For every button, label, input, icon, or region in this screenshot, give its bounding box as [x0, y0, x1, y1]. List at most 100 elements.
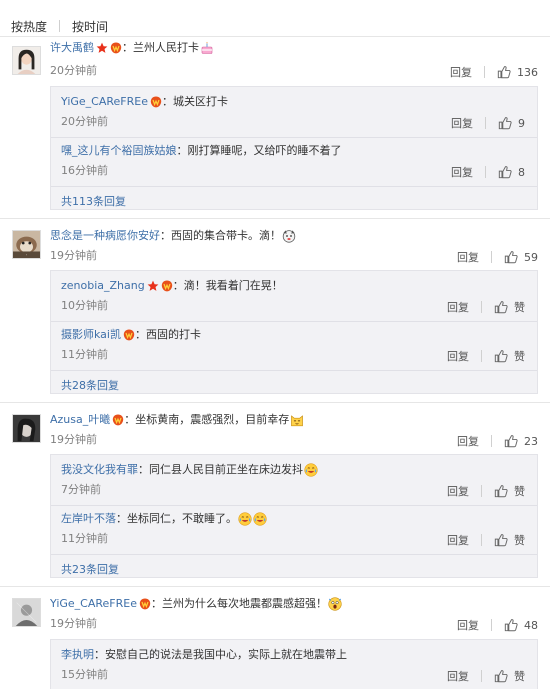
more-replies-link[interactable]: 共23条回复	[61, 561, 119, 577]
like-button[interactable]: 赞	[494, 483, 525, 499]
like-count: 59	[524, 250, 538, 264]
reply-item: 左岸叶不落 ：坐标同仁，不敢睡了。 11分钟前 回复 赞	[61, 508, 525, 552]
comment-actions: 回复 59	[457, 249, 538, 265]
reply-button[interactable]: 回复	[447, 532, 469, 548]
avatar[interactable]: ·	[12, 230, 41, 259]
timestamp: 16分钟前	[61, 164, 108, 177]
like-button[interactable]: 136	[497, 65, 538, 79]
reply-button[interactable]: 回复	[447, 483, 469, 499]
comment-content: ：西固的集合带卡。滴！	[160, 229, 281, 242]
reply-content: ：同仁县人民目前正坐在床边发抖	[138, 463, 303, 476]
username-link[interactable]: 摄影师kai凯	[61, 328, 121, 342]
reply-content: ：坐标同仁，不敢睡了。	[116, 512, 237, 525]
reply-item: 李执明 ：安慰自己的说法是我国中心，实际上就在地震带上 15分钟前 回复 赞	[61, 644, 525, 688]
username-link[interactable]: Azusa_叶曦	[50, 413, 110, 427]
like-label: 赞	[514, 534, 525, 547]
vip-badge-icon	[161, 280, 173, 292]
reply-button[interactable]: 回复	[457, 249, 479, 265]
reply-list: 我没文化我有罪 ：同仁县人民目前正坐在床边发抖 7分钟前 回复 赞 左岸叶不落 …	[50, 454, 538, 578]
vip-badge-icon	[112, 414, 124, 426]
like-button[interactable]: 赞	[494, 299, 525, 315]
reply-text: zenobia_Zhang ：滴！我看着门在晃！	[61, 279, 283, 293]
svg-text:·: ·	[26, 254, 27, 258]
comment-text: 许大禹鹤 ：兰州人民打卡	[50, 41, 214, 55]
username-link[interactable]: YiGe_CAReFREe	[50, 597, 137, 611]
separator	[491, 251, 492, 263]
reply-divider	[51, 321, 537, 322]
like-button[interactable]: 赞	[494, 348, 525, 364]
reply-button[interactable]: 回复	[447, 668, 469, 684]
separator	[481, 485, 482, 497]
reply-list: zenobia_Zhang ：滴！我看着门在晃！ 10分钟前 回复 赞 摄影师k…	[50, 270, 538, 394]
like-label: 赞	[514, 350, 525, 363]
timestamp: 10分钟前	[61, 299, 108, 312]
avatar[interactable]	[12, 414, 41, 443]
husky-icon	[282, 229, 296, 243]
username-link[interactable]: 嘿_这儿有个裕固族姑娘	[61, 144, 177, 158]
reply-item: 摄影师kai凯 ：西固的打卡 11分钟前 回复 赞	[61, 324, 525, 368]
like-button[interactable]: 赞	[494, 668, 525, 684]
thumbs-up-icon	[504, 434, 518, 448]
reply-item: 嘿_这儿有个裕固族姑娘 ：刚打算睡呢，又给吓的睡不着了 16分钟前 回复 8	[61, 140, 525, 184]
username-link[interactable]: 思念是一种病愿你安好	[50, 229, 160, 243]
reply-button[interactable]: 回复	[450, 64, 472, 80]
separator	[481, 350, 482, 362]
timestamp: 15分钟前	[61, 668, 108, 681]
reply-button[interactable]: 回复	[447, 299, 469, 315]
reply-text: YiGe_CAReFREe ：城关区打卡	[61, 95, 228, 109]
separator	[485, 166, 486, 178]
comment-item: 许大禹鹤 ：兰州人民打卡 20分钟前 回复 136 YiGe_CAReFREe …	[0, 40, 550, 216]
like-button[interactable]: 23	[504, 434, 538, 448]
laughing-tears-icon	[304, 463, 318, 477]
like-count: 48	[524, 618, 538, 632]
username-link[interactable]: 左岸叶不落	[61, 512, 116, 526]
avatar[interactable]	[12, 46, 41, 75]
like-count: 8	[518, 165, 525, 179]
username-link[interactable]: zenobia_Zhang	[61, 279, 145, 293]
tab-by-hot[interactable]: 按热度	[11, 18, 47, 35]
timestamp: 19分钟前	[50, 433, 97, 446]
reply-content: ：滴！我看着门在晃！	[172, 279, 283, 292]
comment-actions: 回复 48	[457, 617, 538, 633]
reply-button[interactable]: 回复	[451, 164, 473, 180]
separator	[491, 619, 492, 631]
comment-item: Azusa_叶曦 ：坐标黄南，震感强烈，目前幸存 19分钟前 回复 23 我没文…	[0, 412, 550, 588]
more-replies-link[interactable]: 共113条回复	[61, 193, 126, 209]
reply-divider	[51, 137, 537, 138]
like-button[interactable]: 48	[504, 618, 538, 632]
username-link[interactable]: 李执明	[61, 648, 94, 662]
reply-item: 我没文化我有罪 ：同仁县人民目前正坐在床边发抖 7分钟前 回复 赞	[61, 459, 525, 503]
vip-badge-icon	[150, 96, 162, 108]
like-button[interactable]: 赞	[494, 532, 525, 548]
reply-actions: 回复 赞	[447, 668, 525, 684]
username-link[interactable]: 许大禹鹤	[50, 41, 94, 55]
more-replies-link[interactable]: 共28条回复	[61, 377, 119, 393]
comment-content: ：兰州人民打卡	[122, 41, 199, 54]
reply-button[interactable]: 回复	[451, 115, 473, 131]
username-link[interactable]: 我没文化我有罪	[61, 463, 138, 477]
reply-content: ：刚打算睡呢，又给吓的睡不着了	[176, 144, 342, 157]
avatar[interactable]	[12, 598, 41, 627]
comment-text: YiGe_CAReFREe ：兰州为什么每次地震都震感超强！	[50, 597, 342, 611]
separator	[485, 117, 486, 129]
separator	[484, 66, 485, 78]
reply-actions: 回复 赞	[447, 483, 525, 499]
reply-text: 摄影师kai凯 ：西固的打卡	[61, 328, 201, 342]
reply-content: ：城关区打卡	[162, 95, 228, 108]
timestamp: 20分钟前	[61, 115, 108, 128]
like-button[interactable]: 59	[504, 250, 538, 264]
comment-actions: 回复 23	[457, 433, 538, 449]
reply-divider	[51, 186, 537, 187]
timestamp: 19分钟前	[50, 249, 97, 262]
reply-button[interactable]: 回复	[447, 348, 469, 364]
like-button[interactable]: 8	[498, 165, 525, 179]
like-button[interactable]: 9	[498, 116, 525, 130]
username-link[interactable]: YiGe_CAReFREe	[61, 95, 148, 109]
thumbs-up-icon	[498, 116, 512, 130]
reply-button[interactable]: 回复	[457, 617, 479, 633]
sort-tabs: 按热度 按时间	[11, 16, 108, 36]
reply-button[interactable]: 回复	[457, 433, 479, 449]
tab-by-time[interactable]: 按时间	[72, 18, 108, 35]
thumbs-up-icon	[497, 65, 511, 79]
reply-text: 左岸叶不落 ：坐标同仁，不敢睡了。	[61, 512, 267, 526]
